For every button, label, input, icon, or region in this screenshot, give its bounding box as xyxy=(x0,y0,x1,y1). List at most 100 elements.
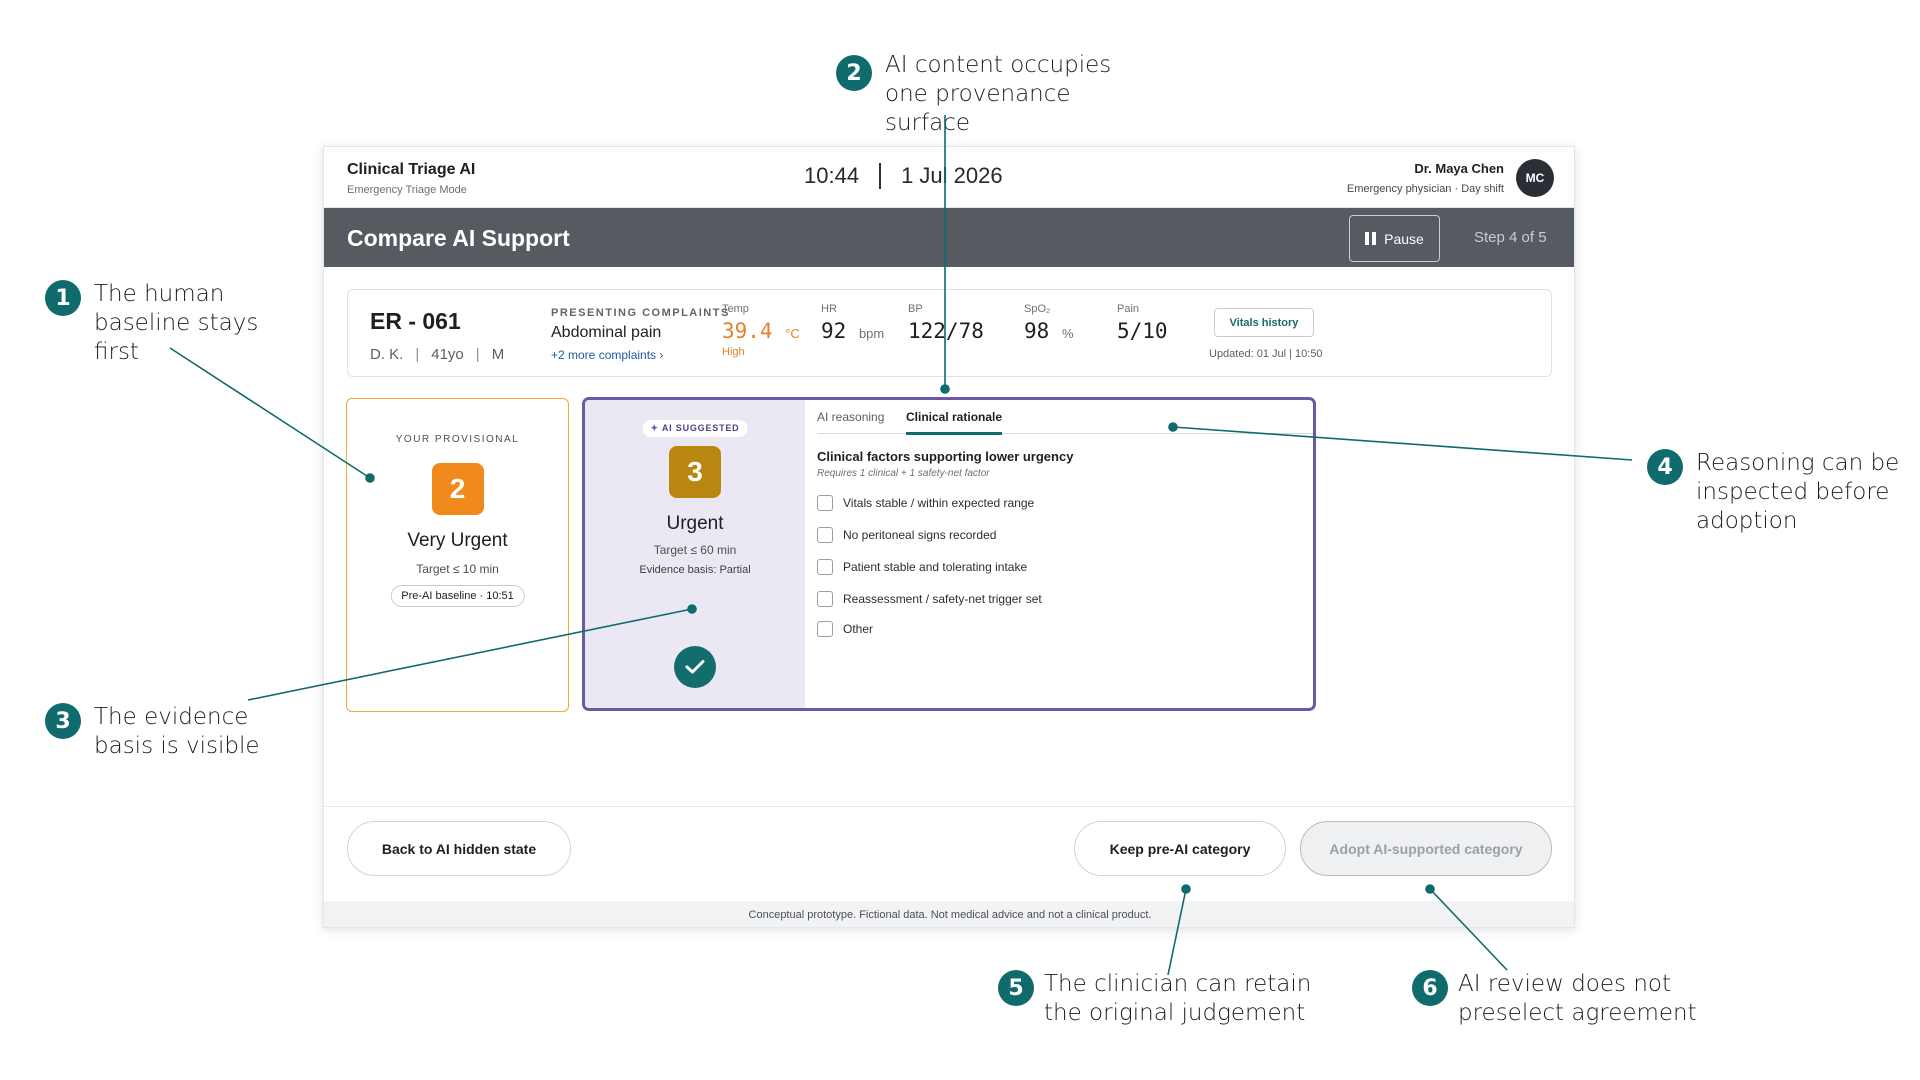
provisional-eyebrow: YOUR PROVISIONAL xyxy=(395,434,520,445)
callout-number: 6 xyxy=(1412,970,1448,1006)
divider: | xyxy=(415,346,420,363)
vital-value: 5/10 xyxy=(1117,319,1168,343)
patient-initials: D. K. xyxy=(370,346,404,363)
callout-text: AI content occupies one provenance surfa… xyxy=(885,52,1112,136)
pause-label: Pause xyxy=(1384,230,1424,247)
vital-value: 122/78 xyxy=(908,319,984,343)
callout-number: 1 xyxy=(45,280,81,316)
callout-1: 1 The human baseline stays first xyxy=(45,280,265,367)
vitals-updated: Updated: 01 Jul | 10:50 xyxy=(1209,348,1323,360)
callout-number: 2 xyxy=(836,55,872,91)
tab-clinical-rationale[interactable]: Clinical rationale xyxy=(906,410,1003,435)
vital-label: Pain xyxy=(1117,303,1140,315)
vitals-history-button[interactable]: Vitals history xyxy=(1214,308,1314,337)
vital-unit: °C xyxy=(785,326,800,341)
ai-target: Target ≤ 60 min xyxy=(653,543,737,557)
provisional-category: Very Urgent xyxy=(407,530,508,551)
vital-hr: HR 92 bpm xyxy=(821,303,884,343)
ai-suggested-tag: ✦ AI SUGGESTED xyxy=(642,420,748,437)
factor-checkbox[interactable]: Other xyxy=(817,621,873,637)
callout-number: 4 xyxy=(1647,449,1683,485)
callout-text: The human baseline stays first xyxy=(94,281,259,365)
ai-provenance-surface: ✦ AI SUGGESTED 3 Urgent Target ≤ 60 min E… xyxy=(582,397,1316,711)
rationale-title: Clinical factors supporting lower urgenc… xyxy=(817,449,1074,464)
pause-button[interactable]: Pause xyxy=(1349,215,1440,262)
callout-text: AI review does not preselect agreement xyxy=(1458,971,1697,1026)
factor-checkbox[interactable]: Vitals stable / within expected range xyxy=(817,495,1034,511)
factor-label: Patient stable and tolerating intake xyxy=(843,560,1028,574)
adopt-ai-button[interactable]: Adopt AI-supported category xyxy=(1300,821,1552,876)
vital-value: 92 xyxy=(821,319,847,343)
checkbox-icon[interactable] xyxy=(817,621,833,637)
callout-text: The clinician can retain the original ju… xyxy=(1044,971,1312,1026)
disclaimer: Conceptual prototype. Fictional data. No… xyxy=(324,901,1574,927)
callout-4: 4 Reasoning can be inspected before adop… xyxy=(1647,449,1907,536)
user-name: Dr. Maya Chen xyxy=(1414,161,1504,176)
checkbox-icon[interactable] xyxy=(817,495,833,511)
vital-unit: bpm xyxy=(858,326,885,341)
back-to-ai-hidden-button[interactable]: Back to AI hidden state xyxy=(347,821,571,876)
callout-5: 5 The clinician can retain the original … xyxy=(998,970,1318,1028)
clock-divider xyxy=(879,163,882,189)
clock: 10:44 1 Jul 2026 xyxy=(804,163,1003,189)
vital-pain: Pain 5/10 xyxy=(1117,303,1168,343)
current-date: 1 Jul 2026 xyxy=(901,163,1003,188)
ai-suggestion-panel: ✦ AI SUGGESTED 3 Urgent Target ≤ 60 min E… xyxy=(585,400,805,708)
patient-summary: ER - 061 D. K. | 41yo | M PRESENTING COM… xyxy=(347,289,1552,377)
factor-label: No peritoneal signs recorded xyxy=(843,528,997,542)
callout-text: Reasoning can be inspected before adopti… xyxy=(1696,450,1900,534)
callout-number: 3 xyxy=(45,703,81,739)
user-role: Emergency physician · Day shift xyxy=(1346,183,1504,195)
callout-number: 5 xyxy=(998,970,1034,1006)
pause-icon xyxy=(1365,232,1377,245)
tab-ai-reasoning[interactable]: AI reasoning xyxy=(817,410,884,432)
checkbox-icon[interactable] xyxy=(817,591,833,607)
factor-label: Vitals stable / within expected range xyxy=(843,496,1035,510)
page-title: Compare AI Support xyxy=(347,225,570,251)
vital-flag: High xyxy=(722,346,745,358)
vital-temp: Temp 39.4 °C High xyxy=(722,303,800,358)
more-complaints-link[interactable]: +2 more complaints › xyxy=(551,348,663,362)
factor-checkbox[interactable]: No peritoneal signs recorded xyxy=(817,527,996,543)
action-bar: Back to AI hidden state Keep pre-AI cate… xyxy=(324,806,1574,901)
factor-label: Other xyxy=(843,622,874,636)
patient-sex: M xyxy=(491,346,505,363)
vital-value: 98 xyxy=(1024,319,1050,343)
evidence-basis: Evidence basis: Partial xyxy=(639,564,751,576)
current-time: 10:44 xyxy=(804,163,860,188)
vital-value: 39.4 xyxy=(722,319,773,343)
sparkle-icon: ✦ xyxy=(650,423,659,433)
triage-app-window: Clinical Triage AI Emergency Triage Mode… xyxy=(323,146,1575,928)
ai-category: Urgent xyxy=(666,513,724,534)
avatar[interactable]: MC xyxy=(1516,159,1554,197)
ai-tier-badge: 3 xyxy=(669,446,721,498)
provisional-tier-badge: 2 xyxy=(431,463,484,515)
provisional-target: Target ≤ 10 min xyxy=(416,562,499,576)
patient-id: ER - 061 xyxy=(370,308,461,334)
app-title: Clinical Triage AI xyxy=(347,161,476,178)
provisional-card: YOUR PROVISIONAL 2 Very Urgent Target ≤ … xyxy=(346,398,569,712)
patient-age: 41yo xyxy=(431,346,464,363)
checkbox-icon[interactable] xyxy=(817,527,833,543)
keep-pre-ai-button[interactable]: Keep pre-AI category xyxy=(1074,821,1286,876)
step-indicator: Step 4 of 5 xyxy=(1474,229,1547,246)
factor-checkbox[interactable]: Patient stable and tolerating intake xyxy=(817,559,1027,575)
vital-label: BP xyxy=(908,303,923,315)
top-bar: Clinical Triage AI Emergency Triage Mode… xyxy=(324,147,1574,208)
complaints-label: PRESENTING COMPLAINTS xyxy=(551,307,730,319)
callout-6: 6 AI review does not preselect agreement xyxy=(1412,970,1712,1028)
checkbox-icon[interactable] xyxy=(817,559,833,575)
reasoning-tabs: AI reasoning Clinical rationale xyxy=(817,400,1313,435)
baseline-pill: Pre-AI baseline · 10:51 xyxy=(390,585,525,607)
factor-label: Reassessment / safety-net trigger set xyxy=(843,592,1042,606)
divider: | xyxy=(475,346,480,363)
vital-label: SpO₂ xyxy=(1024,303,1051,315)
vital-unit: % xyxy=(1061,326,1074,341)
vital-label: HR xyxy=(821,303,837,315)
rationale-subtitle: Requires 1 clinical + 1 safety-net facto… xyxy=(817,468,990,479)
vital-label: Temp xyxy=(722,303,749,315)
factor-checkbox[interactable]: Reassessment / safety-net trigger set xyxy=(817,591,1042,607)
vital-spo2: SpO₂ 98 % xyxy=(1024,303,1074,343)
page-title-bar: Compare AI Support Pause Step 4 of 5 xyxy=(324,208,1574,267)
ai-tag-label: AI SUGGESTED xyxy=(661,423,740,433)
